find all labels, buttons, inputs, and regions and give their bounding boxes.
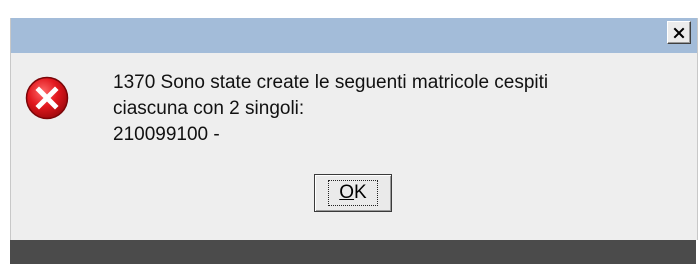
close-x-icon [673, 27, 685, 38]
dialog-message: 1370 Sono state create le seguenti matri… [113, 70, 548, 148]
error-icon [25, 76, 69, 120]
message-line-1: 1370 Sono state create le seguenti matri… [113, 72, 549, 93]
ok-mnemonic: O [339, 182, 355, 203]
message-line-3: 210099100 - [113, 124, 220, 145]
ok-label-rest: K [354, 182, 367, 203]
message-line-2: ciascuna con 2 singoli: [113, 98, 305, 119]
message-dialog: 1370 Sono state create le seguenti matri… [10, 18, 698, 240]
ok-button[interactable]: OK [314, 174, 392, 212]
ok-button-label: OK [328, 180, 378, 206]
dialog-titlebar[interactable] [11, 18, 697, 53]
close-button[interactable] [667, 21, 691, 44]
background-strip [10, 240, 696, 264]
